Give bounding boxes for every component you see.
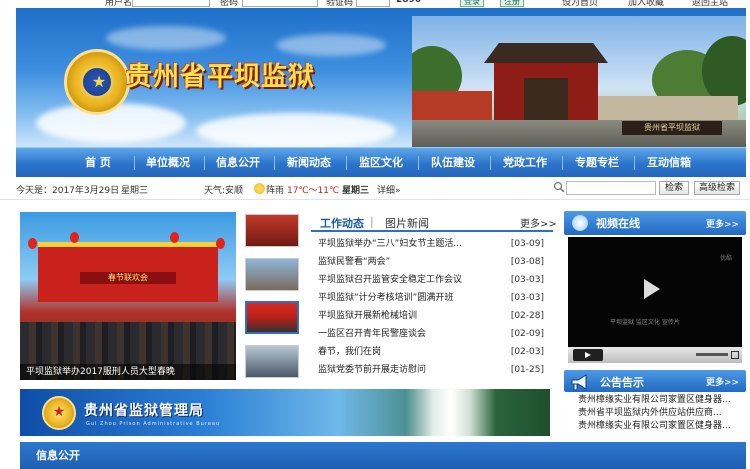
- news-item[interactable]: 一监区召开青年民警座谈会 [02-09]: [318, 325, 548, 343]
- slideshow-caption[interactable]: 平坝监狱举办2017服刑人员大型春晚: [20, 364, 236, 380]
- video-panel-header: 视频在线 更多>>: [564, 211, 746, 235]
- set-homepage-link[interactable]: 设为首页: [562, 0, 598, 8]
- police-emblem-small-icon: [42, 396, 76, 430]
- register-button[interactable]: 注册: [500, 0, 524, 7]
- thumbnail-3[interactable]: [245, 301, 299, 334]
- weekday-weather: 星期三: [342, 186, 370, 196]
- news-item[interactable]: 平坝监狱开展新枪械培训 [02-28]: [318, 307, 548, 325]
- news-item[interactable]: 平坝监狱举办“三八”妇女节主题活... [03-09]: [318, 235, 548, 253]
- video-more-link[interactable]: 更多>>: [706, 217, 739, 230]
- notice-item[interactable]: 贵州樟缘实业有限公司家置区健身器...: [578, 394, 746, 407]
- thumbnail-1[interactable]: [245, 214, 299, 247]
- captcha-input[interactable]: [356, 0, 390, 7]
- notice-panel-header: 公告告示 更多>>: [564, 370, 746, 392]
- weekday: 星期三: [121, 186, 149, 196]
- add-favorite-link[interactable]: 加入收藏: [628, 0, 664, 8]
- search-input[interactable]: [566, 181, 656, 195]
- sun-icon: [254, 183, 265, 194]
- video-panel-title: 视频在线: [596, 217, 640, 230]
- login-button[interactable]: 登录: [460, 0, 484, 7]
- fullscreen-icon[interactable]: [731, 351, 739, 359]
- weather-text: 阵雨: [266, 186, 285, 196]
- nav-item-team[interactable]: 队伍建设: [422, 148, 484, 178]
- nav-item-mailbox[interactable]: 互动信箱: [638, 148, 700, 178]
- search-button[interactable]: 检索: [659, 181, 689, 195]
- username-label: 用户名: [105, 0, 133, 8]
- gate-plaque: 贵州省平坝监狱: [622, 121, 722, 135]
- video-caption: 平坝监狱 监区文化 宣传片: [610, 319, 680, 326]
- slideshow-image[interactable]: 春节联欢会: [20, 212, 236, 380]
- prison-admin-title: 贵州省监狱管理局: [84, 403, 204, 419]
- waterfall-image: [406, 389, 496, 436]
- news-item[interactable]: 平坝监狱召开监管安全稳定工作会议 [03-03]: [318, 271, 548, 289]
- news-item[interactable]: 监狱党委节前开展走访慰问 [01-25]: [318, 361, 548, 379]
- notice-item[interactable]: 贵州樟缘实业有限公司家置区健身器...: [578, 420, 746, 433]
- login-strip: 用户名 密码 验证码 2896 登录 注册 设为首页 加入收藏 返回主站: [0, 0, 750, 8]
- thumbnail-4[interactable]: [245, 345, 299, 378]
- thumbnail-2[interactable]: [245, 258, 299, 291]
- info-disclosure-title[interactable]: 信息公开: [36, 447, 80, 463]
- password-label: 密码: [220, 0, 239, 8]
- notice-panel-title: 公告告示: [600, 376, 644, 389]
- temperature: 17℃～11℃: [287, 186, 340, 196]
- captcha-image[interactable]: 2896: [396, 0, 421, 5]
- tab-photo-news[interactable]: 图片新闻: [385, 215, 429, 231]
- megaphone-icon: [571, 374, 587, 391]
- news-more-link[interactable]: 更多>>: [520, 215, 557, 230]
- nav-item-party[interactable]: 党政工作: [494, 148, 556, 178]
- search-icon: [553, 181, 565, 193]
- volume-slider[interactable]: [696, 353, 728, 356]
- video-icon: [572, 215, 588, 231]
- tab-work-news[interactable]: 工作动态: [320, 215, 364, 231]
- play-icon[interactable]: [644, 279, 660, 299]
- nav-item-news[interactable]: 新闻动态: [278, 148, 340, 178]
- prison-gate-photo: 贵州省平坝监狱: [412, 16, 746, 147]
- site-title: 贵州省平坝监狱: [126, 62, 316, 92]
- weather-location: 天气:安顺: [204, 186, 244, 196]
- nav-item-disclosure[interactable]: 信息公开: [208, 148, 268, 178]
- nav-item-culture[interactable]: 监区文化: [350, 148, 412, 178]
- police-emblem-icon: ★: [64, 49, 130, 115]
- stage-banner-text: 春节联欢会: [80, 272, 176, 284]
- today-date: 今天是：2017年3月29日: [16, 186, 120, 196]
- video-controls: [568, 347, 742, 363]
- password-input[interactable]: [242, 0, 318, 7]
- nav-item-special[interactable]: 专题专栏: [566, 148, 628, 178]
- notice-more-link[interactable]: 更多>>: [706, 375, 739, 388]
- tab-divider: |: [370, 215, 374, 228]
- video-logo: 优酷: [720, 255, 733, 262]
- username-input[interactable]: [132, 0, 210, 7]
- advanced-search-button[interactable]: 高级检索: [694, 181, 740, 195]
- captcha-label: 验证码: [326, 0, 354, 8]
- main-nav: 首 页 单位概况 信息公开 新闻动态 监区文化 队伍建设 党政工作 专题专栏 互…: [16, 147, 746, 177]
- nav-item-home[interactable]: 首 页: [68, 148, 128, 178]
- prison-admin-subtitle: Gui Zhou Prison Administrative Bureau: [86, 421, 221, 427]
- weather-detail-link[interactable]: 详细»: [377, 183, 401, 196]
- info-disclosure-header: 信息公开: [20, 442, 746, 469]
- news-item[interactable]: 春节，我们在岗 [02-03]: [318, 343, 548, 361]
- notice-item[interactable]: 贵州省平坝监狱内外供应站供应商...: [578, 407, 746, 420]
- nav-item-overview[interactable]: 单位概况: [138, 148, 198, 178]
- play-button[interactable]: [573, 349, 603, 361]
- news-item[interactable]: 平坝监狱“计分考核培训”圆满开班 [03-03]: [318, 289, 548, 307]
- video-player[interactable]: 优酷 平坝监狱 监区文化 宣传片: [568, 237, 742, 347]
- news-item[interactable]: 监狱民警看“两会” [03-08]: [318, 253, 548, 271]
- back-main-link[interactable]: 返回主站: [692, 0, 728, 8]
